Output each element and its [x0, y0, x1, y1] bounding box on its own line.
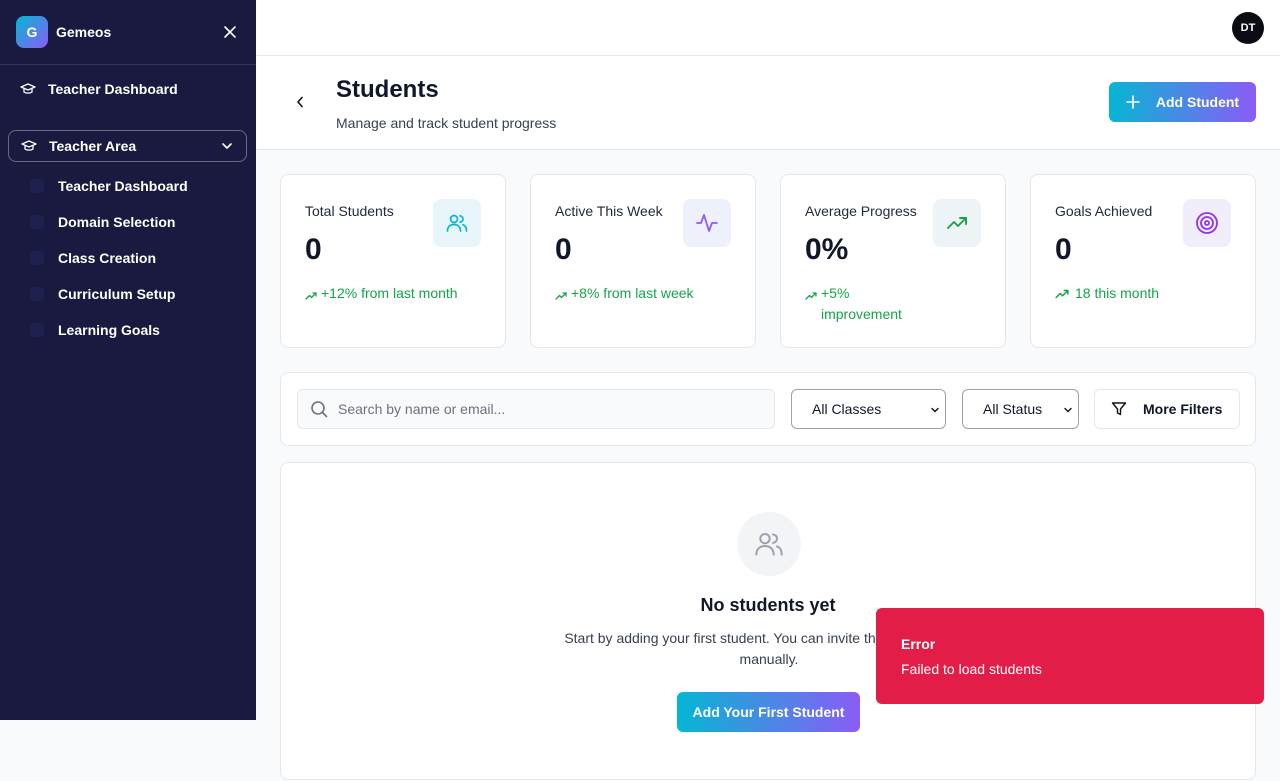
sidebar-group-label: Teacher Area — [49, 138, 137, 154]
trending-up-icon — [805, 283, 821, 325]
sidebar-item-teacher-dashboard-sub[interactable]: Teacher Dashboard — [0, 168, 256, 204]
close-icon[interactable] — [220, 22, 240, 42]
filter-bar: All Classes All Status More Filters — [280, 372, 1256, 446]
trending-up-icon — [1055, 283, 1075, 307]
item-icon — [30, 287, 44, 301]
sidebar-group-teacher-area[interactable]: Teacher Area — [8, 130, 247, 162]
plus-icon — [1126, 95, 1140, 109]
stat-trend: +8% from last week — [555, 283, 725, 308]
item-icon — [30, 251, 44, 265]
search-icon — [310, 400, 328, 418]
more-filters-button[interactable]: More Filters — [1094, 389, 1240, 429]
chevron-down-icon — [929, 404, 941, 416]
stat-label: Average Progress — [805, 203, 917, 219]
item-icon — [30, 179, 44, 193]
sidebar-item-label: Class Creation — [58, 250, 157, 266]
stat-card-goals-achieved: Goals Achieved 0 18 this month — [1030, 174, 1256, 348]
stat-trend-text: 18 this month — [1075, 285, 1160, 301]
graduation-cap-icon — [21, 138, 37, 154]
sidebar-item-label: Teacher Dashboard — [58, 178, 188, 194]
stat-label: Active This Week — [555, 203, 663, 219]
page-title: Students — [336, 76, 439, 103]
toast-message: Failed to load students — [901, 661, 1042, 677]
users-icon — [737, 512, 801, 576]
filter-icon — [1111, 401, 1127, 417]
status-filter-select[interactable]: All Status — [962, 389, 1079, 429]
sidebar-item-class-creation[interactable]: Class Creation — [0, 240, 256, 276]
status-filter-value: All Status — [983, 401, 1043, 417]
trending-up-icon — [555, 283, 571, 308]
sidebar-item-curriculum-setup[interactable]: Curriculum Setup — [0, 276, 256, 312]
add-first-student-button[interactable]: Add Your First Student — [677, 692, 860, 732]
item-icon — [30, 323, 44, 337]
sidebar: G Gemeos Teacher Dashboard Teacher Area … — [0, 0, 256, 720]
stat-trend-text: +12% from last month — [321, 285, 458, 301]
stat-trend: +5% improvement — [805, 283, 975, 325]
top-bar: DT — [256, 0, 1280, 56]
sidebar-item-label: Domain Selection — [58, 214, 176, 230]
toast-title: Error — [901, 636, 936, 652]
app-logo[interactable]: G — [16, 16, 48, 48]
sidebar-item-domain-selection[interactable]: Domain Selection — [0, 204, 256, 240]
search-box — [297, 389, 775, 429]
add-student-button[interactable]: Add Student — [1109, 82, 1256, 122]
stat-card-active-this-week: Active This Week 0 +8% from last week — [530, 174, 756, 348]
page-subtitle: Manage and track student progress — [336, 115, 557, 131]
class-filter-select[interactable]: All Classes — [791, 389, 946, 429]
back-chevron-icon[interactable] — [292, 94, 308, 110]
page-header: Students Manage and track student progre… — [256, 56, 1280, 150]
sidebar-item-label: Learning Goals — [58, 322, 160, 338]
avatar[interactable]: DT — [1232, 12, 1264, 44]
stat-value: 0 — [1055, 233, 1072, 266]
stat-label: Total Students — [305, 203, 394, 219]
class-filter-value: All Classes — [812, 401, 882, 417]
chevron-down-icon — [220, 139, 234, 153]
users-icon — [433, 199, 481, 247]
graduation-cap-icon — [20, 81, 36, 97]
sidebar-item-learning-goals[interactable]: Learning Goals — [0, 312, 256, 348]
stat-trend-text: +8% from last week — [571, 285, 694, 301]
sidebar-item-label: Curriculum Setup — [58, 286, 176, 302]
search-input[interactable] — [338, 401, 758, 417]
stat-value: 0 — [555, 233, 572, 266]
trending-up-icon — [305, 283, 321, 308]
stat-label: Goals Achieved — [1055, 203, 1153, 219]
more-filters-label: More Filters — [1143, 401, 1223, 417]
stat-value: 0% — [805, 233, 849, 266]
sidebar-header: G Gemeos — [0, 0, 256, 65]
item-icon — [30, 215, 44, 229]
stat-trend: +12% from last month — [305, 283, 475, 308]
trending-up-icon — [933, 199, 981, 247]
stat-card-average-progress: Average Progress 0% +5% improvement — [780, 174, 1006, 348]
sidebar-item-teacher-dashboard[interactable]: Teacher Dashboard — [0, 65, 256, 113]
stat-trend-text: +5% improvement — [821, 285, 902, 322]
sidebar-subnav: Teacher Dashboard Domain Selection Class… — [0, 168, 256, 348]
stat-value: 0 — [305, 233, 322, 266]
app-name: Gemeos — [56, 24, 112, 40]
stat-trend: 18 this month — [1055, 283, 1225, 307]
chevron-down-icon — [1062, 404, 1074, 416]
stat-card-total-students: Total Students 0 +12% from last month — [280, 174, 506, 348]
activity-icon — [683, 199, 731, 247]
add-student-label: Add Student — [1155, 94, 1240, 110]
error-toast[interactable]: Error Failed to load students — [876, 608, 1264, 704]
sidebar-item-label: Teacher Dashboard — [48, 81, 178, 97]
target-icon — [1183, 199, 1231, 247]
